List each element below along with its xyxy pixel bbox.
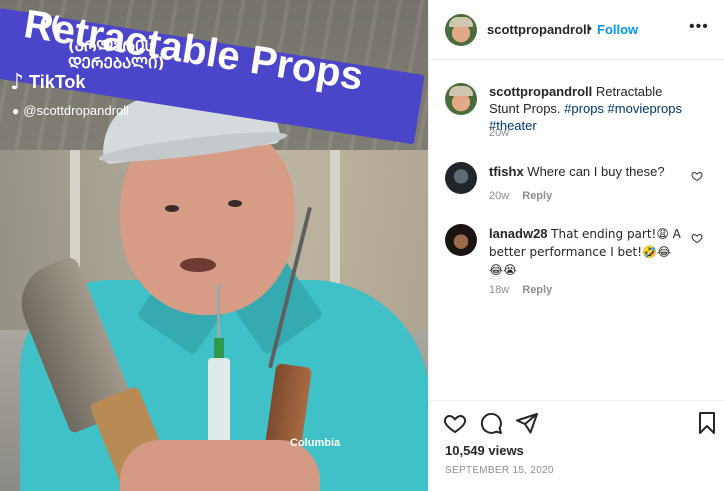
comment-emoji-line: 😂😭 — [489, 263, 518, 277]
like-heart-icon[interactable] — [443, 411, 467, 435]
author-username[interactable]: scottpropandroll — [487, 22, 590, 37]
shirt-logo: Columbia — [290, 437, 341, 449]
comment-age[interactable]: 20w — [489, 190, 509, 202]
hashtag[interactable]: #props — [564, 101, 604, 116]
views-count[interactable]: 10,549 views — [445, 443, 524, 458]
comment-body: lanadw28 That ending part!😩 A better per… — [489, 225, 689, 279]
comment-meta: 18w Reply — [489, 284, 552, 296]
post-video[interactable]: Columbia Retractable Props (( (ᲐᲠᲚᲔᲠᲘᲡ Დ… — [0, 0, 428, 491]
avatar[interactable] — [445, 83, 477, 115]
avatar[interactable] — [445, 162, 477, 194]
avatar[interactable] — [445, 224, 477, 256]
comment-meta: 20w Reply — [489, 190, 552, 202]
caption-meta: 20w — [489, 127, 509, 139]
comment-bubble-icon[interactable] — [479, 411, 503, 435]
right-eye — [228, 200, 242, 207]
avatar[interactable] — [445, 14, 477, 46]
like-comment-heart-icon[interactable] — [691, 170, 703, 182]
syringe-plunger — [214, 338, 224, 360]
overlay-glyph-icon: (( — [38, 12, 62, 42]
separator-dot: • — [587, 20, 592, 36]
reply-button[interactable]: Reply — [522, 284, 552, 296]
post-date[interactable]: SEPTEMBER 15, 2020 — [445, 465, 554, 476]
share-paper-plane-icon[interactable] — [515, 411, 539, 435]
comment-body: tfishx Where can I buy these? — [489, 163, 689, 180]
tiktok-handle-text: @scottdropandroll — [23, 103, 129, 118]
comment-username[interactable]: lanadw28 — [489, 226, 548, 241]
caption-age[interactable]: 20w — [489, 127, 509, 139]
post-header: scottpropandroll • Follow ••• — [429, 0, 724, 60]
comment-age[interactable]: 18w — [489, 284, 509, 296]
person-icon: ● — [12, 103, 20, 118]
tiktok-note-icon: ♪ — [10, 70, 25, 95]
comment-text: Where can I buy these? — [527, 164, 665, 179]
caption-body: scottpropandroll Retractable Stunt Props… — [489, 83, 689, 134]
like-comment-heart-icon[interactable] — [691, 232, 703, 244]
post-sidebar: scottpropandroll • Follow ••• scottpropa… — [428, 0, 724, 491]
overlay-text: (ᲐᲠᲚᲔᲠᲘᲡ ᲓᲔᲠᲔᲑᲐᲚᲘ) — [68, 37, 165, 72]
tiktok-handle: ● @scottdropandroll — [12, 103, 129, 118]
comment-username[interactable]: tfishx — [489, 164, 524, 179]
hashtag[interactable]: #movieprops — [608, 101, 682, 116]
tiktok-watermark: ♪ TikTok — [10, 70, 85, 95]
caption-username[interactable]: scottpropandroll — [489, 84, 592, 99]
left-eye — [165, 205, 179, 212]
save-bookmark-icon[interactable] — [695, 411, 719, 435]
more-horizontal-icon[interactable]: ••• — [689, 18, 709, 36]
mouth — [180, 258, 216, 272]
reply-button[interactable]: Reply — [522, 190, 552, 202]
follow-button[interactable]: Follow — [597, 22, 638, 37]
post-actions: 10,549 views SEPTEMBER 15, 2020 — [429, 400, 724, 491]
tiktok-wordmark: TikTok — [29, 72, 86, 92]
